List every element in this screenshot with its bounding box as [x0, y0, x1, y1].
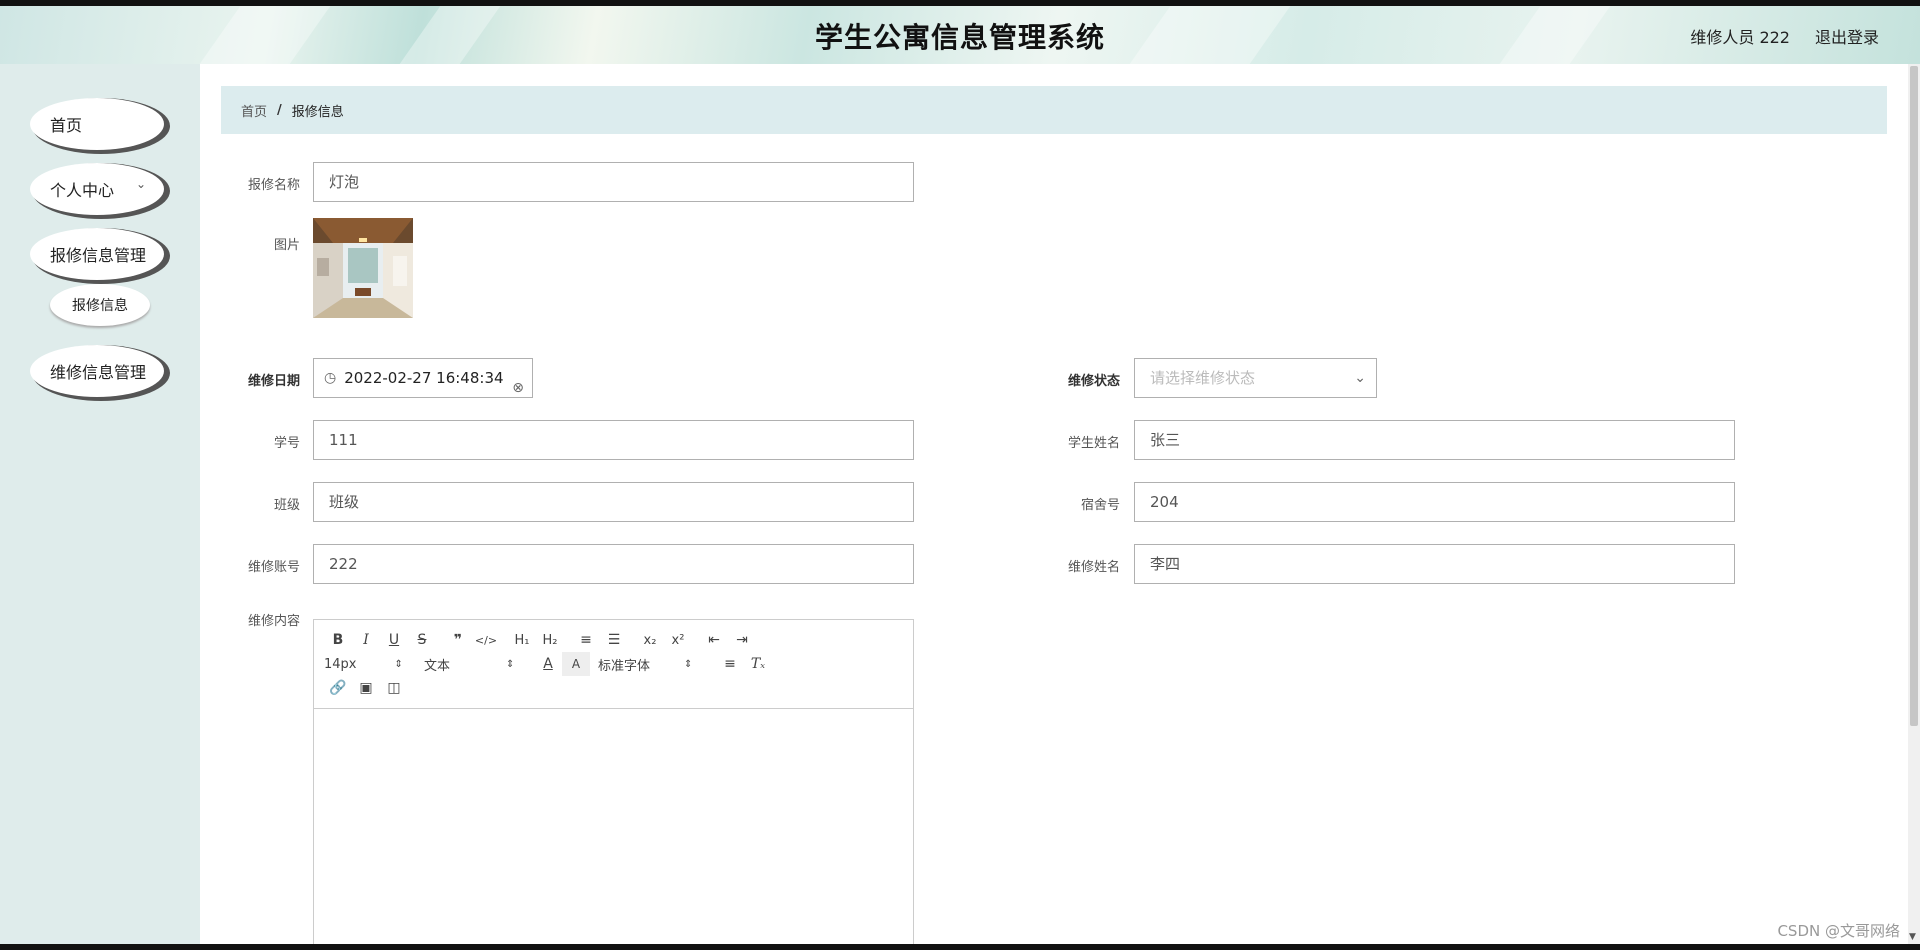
student-name-label: 学生姓名: [1067, 436, 1120, 451]
code-block-icon[interactable]: </>: [472, 628, 500, 652]
ordered-list-icon[interactable]: ≡: [572, 628, 600, 652]
font-size-value: 14px: [324, 656, 357, 672]
bold-icon[interactable]: B: [324, 628, 352, 652]
repair-status-select[interactable]: 请选择维修状态 ⌄: [1134, 358, 1377, 398]
sidebar-item-label: 个人中心: [50, 181, 115, 200]
page-scrollbar[interactable]: ▼: [1908, 64, 1920, 944]
heading-1-icon[interactable]: H₁: [508, 628, 536, 652]
strikethrough-icon[interactable]: S: [408, 628, 436, 652]
repair-photo[interactable]: [313, 218, 413, 318]
dorm-no-field[interactable]: 204: [1134, 482, 1735, 522]
repair-content-label: 维修内容: [247, 614, 300, 629]
repair-date-value: 2022-02-27 16:48:34: [344, 369, 504, 387]
repair-name-label: 报修名称: [247, 178, 300, 193]
blockquote-icon[interactable]: ❞: [444, 628, 472, 652]
superscript-icon[interactable]: x²: [664, 628, 692, 652]
clear-icon[interactable]: ⊗: [512, 369, 524, 407]
repair-account-field[interactable]: 222: [313, 544, 914, 584]
page: 学生公寓信息管理系统 维修人员 222 退出登录 首页 个人中心 ⌄ 报修信息管…: [0, 6, 1920, 944]
sidebar-item-repair-management[interactable]: 报修信息管理: [30, 228, 164, 280]
chevron-down-icon: ⌄: [135, 177, 146, 191]
breadcrumb-separator: /: [277, 102, 282, 118]
breadcrumb-current: 报修信息: [291, 104, 344, 120]
video-icon[interactable]: ◫: [380, 676, 408, 700]
logout-button[interactable]: 退出登录: [1815, 24, 1879, 48]
sidebar-subitem-repair-info[interactable]: 报修信息: [50, 284, 150, 326]
clear-format-icon[interactable]: Tₓ: [744, 652, 772, 676]
sidebar: 首页 个人中心 ⌄ 报修信息管理 报修信息 维修信息管理: [0, 64, 200, 944]
sidebar-item-personal-center[interactable]: 个人中心 ⌄: [30, 163, 164, 215]
align-icon[interactable]: ≡: [716, 652, 744, 676]
outdent-icon[interactable]: ⇤: [700, 628, 728, 652]
underline-icon[interactable]: U: [380, 628, 408, 652]
student-no-label: 学号: [273, 436, 300, 451]
text-type-select[interactable]: 文本 ⇕: [424, 652, 534, 676]
rich-text-editor: B I U S ❞ </> H₁ H₂ ≡ ☰ x₂ x² ⇤ ⇥ 14px ⇕…: [313, 619, 914, 944]
dorm-no-label: 宿舍号: [1080, 498, 1120, 513]
breadcrumb-home[interactable]: 首页: [241, 101, 267, 120]
select-caret-icon: ⇕: [684, 658, 693, 670]
repairer-name-field[interactable]: 李四: [1134, 544, 1735, 584]
scroll-down-arrow-icon[interactable]: ▼: [1909, 932, 1916, 942]
select-caret-icon: ⇕: [394, 658, 403, 670]
editor-toolbar: B I U S ❞ </> H₁ H₂ ≡ ☰ x₂ x² ⇤ ⇥ 14px ⇕…: [314, 620, 913, 709]
watermark-text: CSDN @文哥网络: [1777, 922, 1900, 940]
image-label: 图片: [273, 238, 300, 253]
main-content: 首页 / 报修信息 报修名称 灯泡 图片 维修日期 ◷ 2022-02-27 1…: [200, 64, 1908, 944]
font-size-select[interactable]: 14px ⇕: [324, 652, 424, 676]
sidebar-item-home[interactable]: 首页: [30, 98, 164, 150]
repair-date-picker[interactable]: ◷ 2022-02-27 16:48:34 ⊗: [313, 358, 533, 398]
student-name-field[interactable]: 张三: [1134, 420, 1735, 460]
font-family-value: 标准字体: [598, 658, 651, 674]
select-caret-icon: ⇕: [506, 658, 515, 670]
sidebar-item-maintenance-management[interactable]: 维修信息管理: [30, 345, 164, 397]
repair-date-label: 维修日期: [247, 374, 300, 389]
sidebar-subitem-label: 报修信息: [72, 298, 128, 314]
class-field[interactable]: 班级: [313, 482, 914, 522]
scrollbar-thumb[interactable]: [1910, 66, 1918, 726]
clock-icon: ◷: [324, 370, 337, 386]
breadcrumb: 首页 / 报修信息: [221, 86, 1887, 134]
subscript-icon[interactable]: x₂: [636, 628, 664, 652]
repairer-name-label: 维修姓名: [1067, 560, 1120, 575]
indent-icon[interactable]: ⇥: [728, 628, 756, 652]
heading-2-icon[interactable]: H₂: [536, 628, 564, 652]
sidebar-item-label: 首页: [50, 116, 83, 135]
chevron-down-icon: ⌄: [1354, 370, 1366, 386]
italic-icon[interactable]: I: [352, 628, 380, 652]
background-color-icon[interactable]: A: [562, 652, 590, 676]
student-no-field[interactable]: 111: [313, 420, 914, 460]
sidebar-item-label: 维修信息管理: [50, 363, 147, 382]
header-bar: 学生公寓信息管理系统 维修人员 222 退出登录: [0, 6, 1920, 64]
editor-content-area[interactable]: [314, 709, 913, 944]
repair-status-label: 维修状态: [1067, 374, 1120, 389]
font-color-icon[interactable]: A: [534, 652, 562, 676]
app-title: 学生公寓信息管理系统: [814, 21, 1105, 54]
repair-name-field[interactable]: 灯泡: [313, 162, 914, 202]
link-icon[interactable]: 🔗: [324, 676, 352, 700]
bullet-list-icon[interactable]: ☰: [600, 628, 628, 652]
repair-account-label: 维修账号: [247, 560, 300, 575]
class-label: 班级: [273, 498, 300, 513]
font-family-select[interactable]: 标准字体 ⇕: [598, 652, 716, 676]
text-type-value: 文本: [424, 658, 451, 674]
image-icon[interactable]: ▣: [352, 676, 380, 700]
repair-status-placeholder: 请选择维修状态: [1150, 369, 1256, 387]
current-user: 维修人员 222: [1690, 28, 1790, 47]
sidebar-item-label: 报修信息管理: [50, 246, 147, 265]
